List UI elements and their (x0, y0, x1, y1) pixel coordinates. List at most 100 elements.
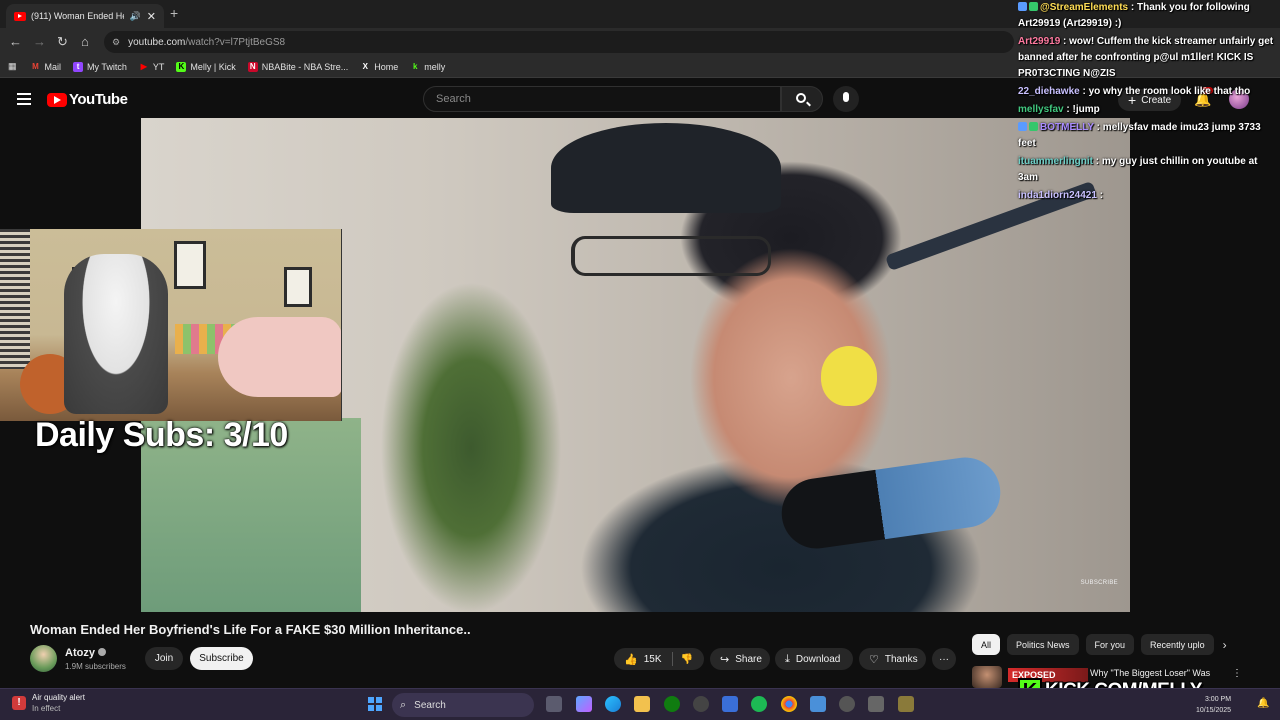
youtube-icon: ▶ (140, 61, 147, 71)
subscriber-count: 1.9M subscribers (65, 662, 126, 671)
share-button[interactable]: ↪ Share (710, 648, 770, 670)
channel-avatar[interactable] (30, 645, 57, 672)
chevron-right-icon[interactable]: › (1223, 638, 1227, 652)
bookmark-yt[interactable]: ▶ YT (139, 62, 165, 72)
chip-politics-news[interactable]: Politics News (1007, 634, 1079, 655)
chat-text: !jump (1072, 104, 1100, 115)
download-icon: ⤓ (785, 652, 790, 665)
store-icon[interactable] (722, 696, 738, 712)
bookmark-label: NBABite - NBA Stre... (261, 61, 349, 72)
more-actions-button[interactable]: ··· (932, 648, 956, 670)
thumbs-up-icon[interactable]: 👍 (624, 653, 638, 666)
apps-grid-icon[interactable]: ▦ (8, 61, 17, 72)
tab-title: (911) Woman Ended Her Bo (31, 11, 124, 21)
like-dislike-group: 👍 15K 👎 (614, 648, 704, 670)
clock-date: 10/15/2025 (1196, 707, 1232, 714)
new-tab-button[interactable]: + (170, 5, 178, 21)
chip-all[interactable]: All (972, 634, 1001, 655)
search-button[interactable] (781, 86, 823, 112)
photos-icon[interactable] (810, 696, 826, 712)
channel-name[interactable]: Atozy (65, 647, 106, 659)
bookmark-melly[interactable]: k melly (410, 62, 445, 72)
verified-check-icon (97, 648, 106, 656)
chat-username: mellysfav (1018, 104, 1064, 115)
bookmark-label: Melly | Kick (190, 61, 236, 72)
menu-icon[interactable] (17, 93, 31, 105)
join-button[interactable]: Join (145, 647, 183, 670)
back-arrow-icon[interactable]: ← (9, 34, 22, 49)
youtube-wordmark: YouTube (69, 91, 128, 108)
reload-icon[interactable]: ↻ (57, 34, 68, 50)
bookmark-nbabite[interactable]: N NBABite - NBA Stre... (247, 61, 349, 72)
windows-start-icon[interactable] (368, 697, 382, 711)
chat-text: yo why the room look like that tho (1088, 86, 1251, 97)
bookmark-label: melly (424, 61, 446, 72)
system-clock[interactable]: 3:00 PM 10/15/2025 (1196, 694, 1231, 716)
tab-close-icon[interactable]: ✕ (147, 10, 156, 23)
download-button[interactable]: ⤓ Download (775, 648, 853, 670)
nba-icon: N (247, 61, 258, 72)
youtube-favicon-icon (14, 11, 26, 21)
air-quality-widget[interactable]: ! Air quality alert In effect (12, 692, 85, 714)
webcam-poster (284, 267, 312, 307)
chat-message: Art29919 : wow! Cuffem the kick streamer… (1014, 34, 1276, 82)
chat-username: inda1diorn24421 (1018, 190, 1097, 201)
kick-icon: K (176, 61, 187, 72)
chip-recently-uploaded[interactable]: Recently uplo (1141, 634, 1214, 655)
chip-for-you[interactable]: For you (1085, 634, 1135, 655)
webcam-poster (174, 241, 206, 289)
edge-icon[interactable] (605, 696, 621, 712)
bookmark-mail[interactable]: M Mail (31, 62, 61, 72)
notification-center-icon[interactable]: 🔔 (1257, 698, 1269, 709)
spotify-icon[interactable] (751, 696, 767, 712)
bookmark-label: My Twitch (87, 61, 127, 72)
chat-separator: : (1093, 156, 1102, 167)
task-view-icon[interactable] (546, 696, 562, 712)
clock-time: 3:00 PM (1204, 696, 1232, 703)
app-icon[interactable] (868, 696, 884, 712)
address-bar[interactable]: ⚙ youtube.com/watch?v=l7PtjtBeGS8 (104, 31, 1014, 53)
home-icon[interactable]: ⌂ (81, 34, 89, 49)
air-quality-text: Air quality alert In effect (32, 692, 85, 714)
copilot-icon[interactable] (576, 696, 592, 712)
chat-message: @StreamElements : Thank you for followin… (1014, 0, 1276, 32)
kebab-menu-icon[interactable]: ⋮ (1232, 668, 1242, 679)
thanks-heart-icon: ♡ (869, 653, 879, 666)
alert-subtitle: In effect (32, 704, 61, 713)
search-icon (796, 93, 806, 103)
video-rubber-duck (821, 346, 877, 406)
bookmark-home[interactable]: X Home (360, 62, 399, 72)
chat-message: mellysfav : !jump (1014, 102, 1276, 118)
voice-search-button[interactable] (833, 86, 859, 112)
divider (671, 652, 673, 666)
bookmark-melly-kick[interactable]: K Melly | Kick (176, 61, 236, 72)
recommended-thumbnail[interactable] (972, 666, 1002, 688)
chat-message: 22_diehawke : yo why the room look like … (1014, 84, 1276, 100)
like-count[interactable]: 15K (644, 654, 662, 665)
twitch-icon: t (73, 61, 84, 72)
bookmark-label: YT (152, 61, 165, 72)
alert-icon: ! (12, 696, 26, 710)
chat-badge-icon (1029, 2, 1038, 11)
subscribe-button[interactable]: Subscribe (190, 647, 253, 670)
xbox-icon[interactable] (664, 696, 680, 712)
chrome-icon[interactable] (781, 696, 797, 712)
file-explorer-icon[interactable] (634, 696, 650, 712)
taskbar-search[interactable]: ⌕ Search (392, 693, 534, 717)
github-icon[interactable] (693, 696, 709, 712)
media-player-icon[interactable] (839, 696, 855, 712)
thumbs-down-icon[interactable]: 👎 (681, 654, 693, 665)
bookmark-twitch[interactable]: t My Twitch (73, 61, 127, 72)
speaker-icon[interactable]: 🔊 (130, 11, 141, 22)
forward-arrow-icon[interactable]: → (33, 34, 46, 49)
taskbar-search-label: Search (414, 699, 446, 711)
app-icon[interactable] (898, 696, 914, 712)
browser-tab[interactable]: (911) Woman Ended Her Bo 🔊 ✕ (6, 4, 164, 28)
thanks-button[interactable]: ♡ Thanks (859, 648, 926, 670)
subscribe-watermark[interactable]: SUBSCRIBE (1081, 580, 1118, 586)
youtube-logo[interactable]: YouTube (47, 91, 128, 108)
site-info-icon[interactable]: ⚙ (112, 37, 120, 48)
video-glasses (571, 236, 771, 276)
search-input[interactable]: Search (423, 86, 781, 112)
channel-name-text: Atozy (65, 647, 95, 659)
